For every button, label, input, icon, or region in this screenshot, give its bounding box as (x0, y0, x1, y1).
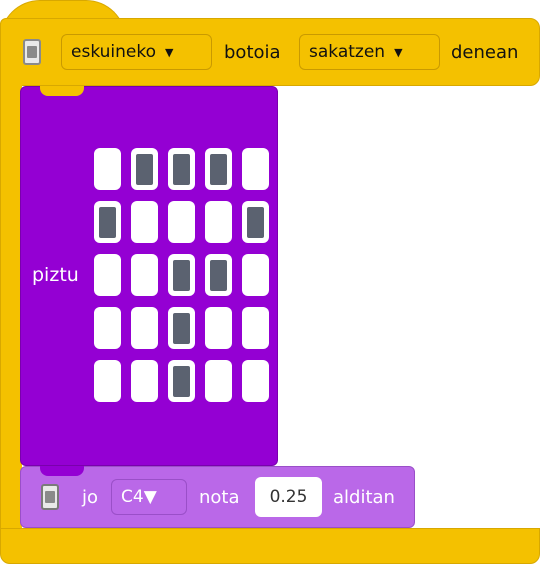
led-on-indicator (210, 259, 227, 291)
led-on-indicator (173, 153, 190, 185)
led-on-indicator (173, 312, 190, 344)
led-cell-r3-c4[interactable] (205, 254, 232, 296)
chevron-down-icon: ▼ (394, 45, 403, 59)
led-cell-r1-c4[interactable] (205, 148, 232, 190)
led-cell-r3-c5[interactable] (242, 254, 269, 296)
led-cell-r2-c2[interactable] (131, 201, 158, 243)
led-on-indicator (173, 365, 190, 397)
led-cell-r3-c1[interactable] (94, 254, 121, 296)
label-nota: nota (199, 487, 240, 508)
led-cell-r4-c2[interactable] (131, 307, 158, 349)
note-dropdown-value: C4 (121, 487, 144, 507)
action-dropdown[interactable]: sakatzen ▼ (299, 34, 440, 70)
led-on-indicator (210, 153, 227, 185)
action-dropdown-value: sakatzen (309, 42, 386, 62)
led-cell-r4-c5[interactable] (242, 307, 269, 349)
led-cell-r1-c1[interactable] (94, 148, 121, 190)
led-on-indicator (99, 206, 116, 238)
led-on-indicator (173, 259, 190, 291)
led-cell-r5-c2[interactable] (131, 360, 158, 402)
led-cell-r5-c3[interactable] (168, 360, 195, 402)
led-cell-r3-c2[interactable] (131, 254, 158, 296)
label-botoia: botoia (224, 42, 281, 63)
event-block-side (0, 80, 22, 540)
led-cell-r2-c4[interactable] (205, 201, 232, 243)
led-cell-r5-c5[interactable] (242, 360, 269, 402)
chevron-down-icon: ▼ (165, 45, 174, 59)
label-alditan: alditan (333, 487, 395, 508)
led-cell-r2-c5[interactable] (242, 201, 269, 243)
event-block-footer[interactable] (0, 528, 540, 564)
led-cell-r5-c4[interactable] (205, 360, 232, 402)
led-on-indicator (136, 153, 153, 185)
led-cell-r1-c2[interactable] (131, 148, 158, 190)
led-cell-r1-c5[interactable] (242, 148, 269, 190)
microbit-device-icon (23, 39, 41, 65)
note-dropdown[interactable]: C4 ▼ (111, 479, 187, 515)
block-notch (40, 86, 84, 96)
button-dropdown-value: eskuineko (71, 42, 157, 62)
led-cell-r1-c3[interactable] (168, 148, 195, 190)
block-notch (40, 466, 84, 476)
show-leds-label: piztu (32, 264, 79, 286)
led-cell-r4-c3[interactable] (168, 307, 195, 349)
led-cell-r3-c3[interactable] (168, 254, 195, 296)
microbit-device-icon (41, 484, 59, 510)
beats-input[interactable]: 0.25 (255, 477, 322, 517)
label-jo: jo (82, 487, 99, 508)
led-cell-r2-c3[interactable] (168, 201, 195, 243)
button-dropdown[interactable]: eskuineko ▼ (61, 34, 212, 70)
chevron-down-icon: ▼ (143, 487, 157, 507)
label-denean: denean (451, 42, 519, 63)
led-cell-r5-c1[interactable] (94, 360, 121, 402)
led-cell-r4-c4[interactable] (205, 307, 232, 349)
led-cell-r4-c1[interactable] (94, 307, 121, 349)
led-on-indicator (247, 206, 264, 238)
led-cell-r2-c1[interactable] (94, 201, 121, 243)
